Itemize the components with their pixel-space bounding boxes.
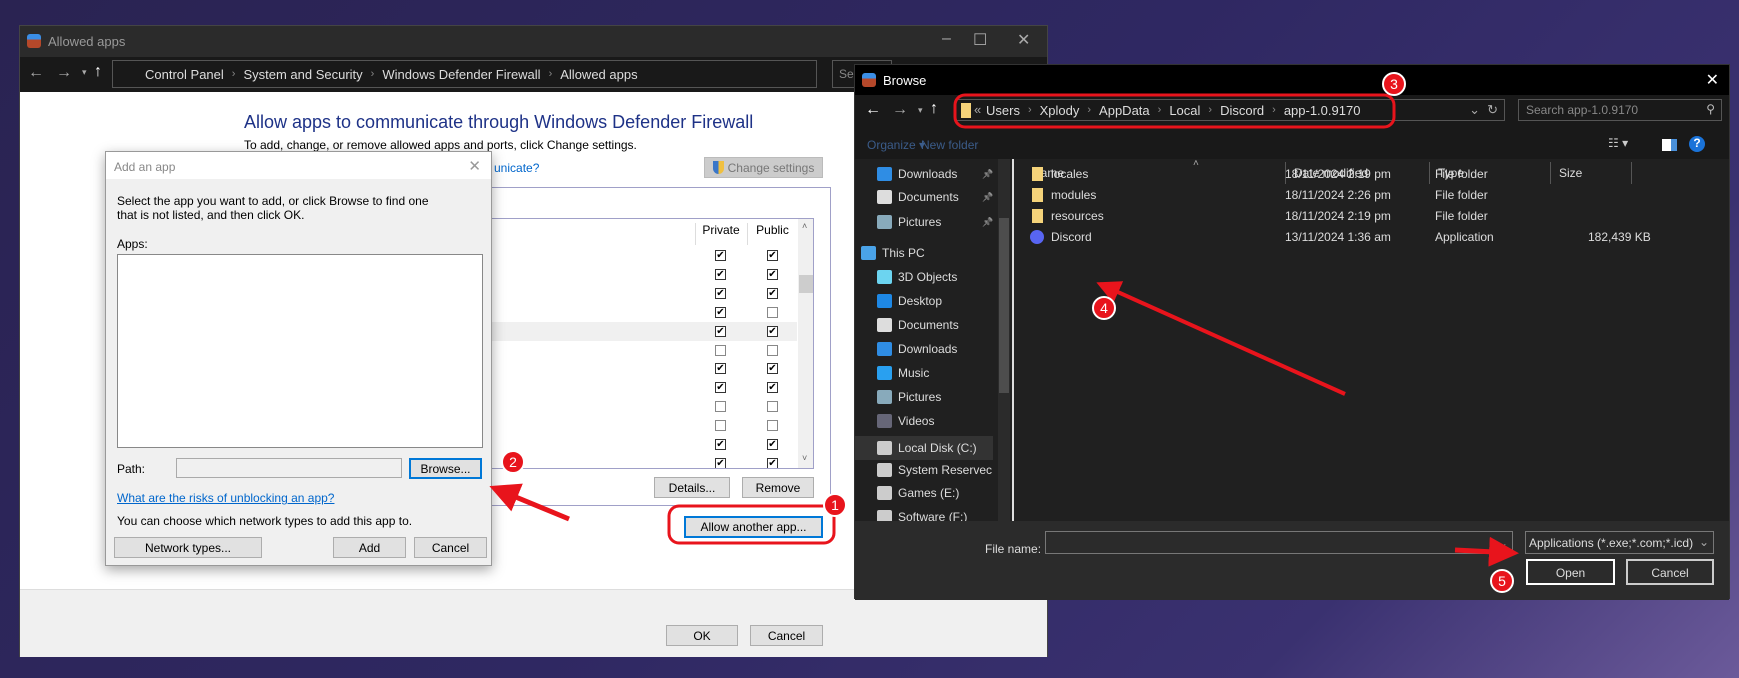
- step-number: 5: [1498, 573, 1506, 589]
- arrow-discord: [1096, 281, 1346, 396]
- highlight-address-bar: [953, 93, 1396, 129]
- step-number: 3: [1390, 76, 1398, 92]
- step-number: 1: [831, 497, 839, 513]
- annotation-overlay: 1 2 3 4 5: [489, 72, 1519, 593]
- step-number: 2: [509, 454, 517, 470]
- step-number: 4: [1100, 300, 1108, 316]
- arrow-browse: [489, 483, 570, 522]
- arrow-open: [1454, 536, 1519, 567]
- highlight-allow-another-app: [667, 504, 836, 545]
